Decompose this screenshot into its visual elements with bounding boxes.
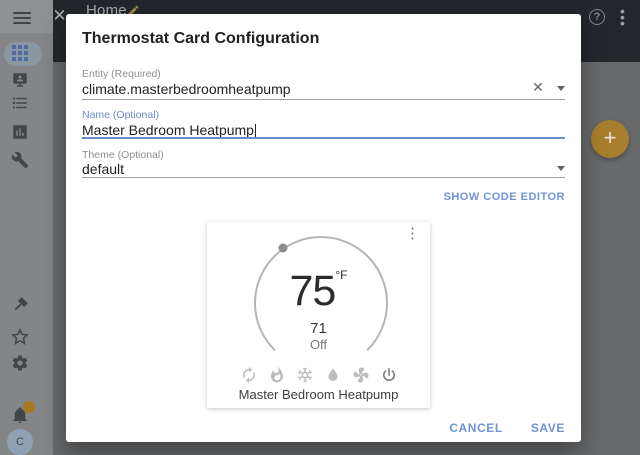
menu-icon[interactable]	[13, 12, 31, 24]
entity-clear-icon[interactable]: ✕	[531, 80, 545, 94]
name-input-text: Master Bedroom Heatpump	[82, 122, 254, 138]
sidebar-item-logbook[interactable]	[11, 94, 29, 112]
notification-badge	[23, 401, 35, 413]
theme-dropdown-icon[interactable]	[557, 166, 565, 171]
thermostat-card-config-dialog: Thermostat Card Configuration Entity (Re…	[66, 14, 581, 442]
add-card-fab[interactable]: +	[591, 120, 629, 158]
sidebar-item-tools[interactable]	[11, 151, 29, 169]
hvac-state: Off	[309, 337, 328, 352]
sidebar-item-configuration[interactable]	[11, 354, 29, 372]
entity-dropdown-icon[interactable]	[557, 86, 565, 91]
cancel-button[interactable]: CANCEL	[449, 421, 503, 435]
help-icon[interactable]: ?	[589, 9, 605, 25]
entity-label: Entity (Required)	[82, 68, 161, 80]
card-entity-name: Master Bedroom Heatpump	[238, 387, 399, 402]
temp-unit: °F	[335, 268, 348, 282]
sidebar-item-developer-tools[interactable]	[11, 296, 29, 314]
text-cursor	[254, 124, 256, 137]
entity-underline	[82, 99, 565, 100]
theme-select[interactable]: default	[82, 161, 124, 177]
dial-handle[interactable]	[278, 243, 288, 253]
target-temperature: 75°F	[207, 268, 430, 313]
sidebar: C	[0, 0, 53, 455]
thermostat-card-preview: ⋮ 75°F 71 Off Master Bedroom Heatpump	[207, 222, 430, 408]
sidebar-item-overview[interactable]	[12, 45, 29, 62]
mode-cool-icon[interactable]	[296, 366, 314, 384]
show-code-editor-button[interactable]: SHOW CODE EDITOR	[444, 191, 565, 203]
dialog-actions: CANCEL SAVE	[449, 421, 565, 435]
name-underline	[82, 137, 565, 139]
entity-input[interactable]: climate.masterbedroomheatpump	[82, 81, 291, 97]
name-label: Name (Optional)	[82, 109, 160, 121]
avatar[interactable]: C	[7, 429, 33, 455]
mode-fan-icon[interactable]	[352, 366, 370, 384]
mode-dry-icon[interactable]	[324, 366, 342, 384]
mode-auto-icon[interactable]	[240, 366, 258, 384]
name-input[interactable]: Master Bedroom Heatpump	[82, 122, 256, 138]
screen: ✕ Home ? • • • C + Thermostat Card Confi…	[0, 0, 640, 455]
mode-heat-icon[interactable]	[268, 366, 286, 384]
overflow-menu-icon[interactable]: • • •	[620, 4, 625, 30]
theme-underline	[82, 177, 565, 178]
mode-off-icon[interactable]	[380, 366, 398, 384]
sidebar-item-history[interactable]	[11, 123, 29, 141]
sidebar-item-community[interactable]	[11, 328, 29, 346]
hvac-modes-row	[207, 366, 430, 384]
sidebar-item-hassio[interactable]	[11, 71, 29, 89]
save-button[interactable]: SAVE	[531, 421, 565, 435]
target-temp-value: 75	[289, 267, 337, 315]
theme-label: Theme (Optional)	[82, 149, 164, 161]
current-temperature: 71	[310, 320, 327, 337]
dialog-title: Thermostat Card Configuration	[82, 30, 320, 47]
